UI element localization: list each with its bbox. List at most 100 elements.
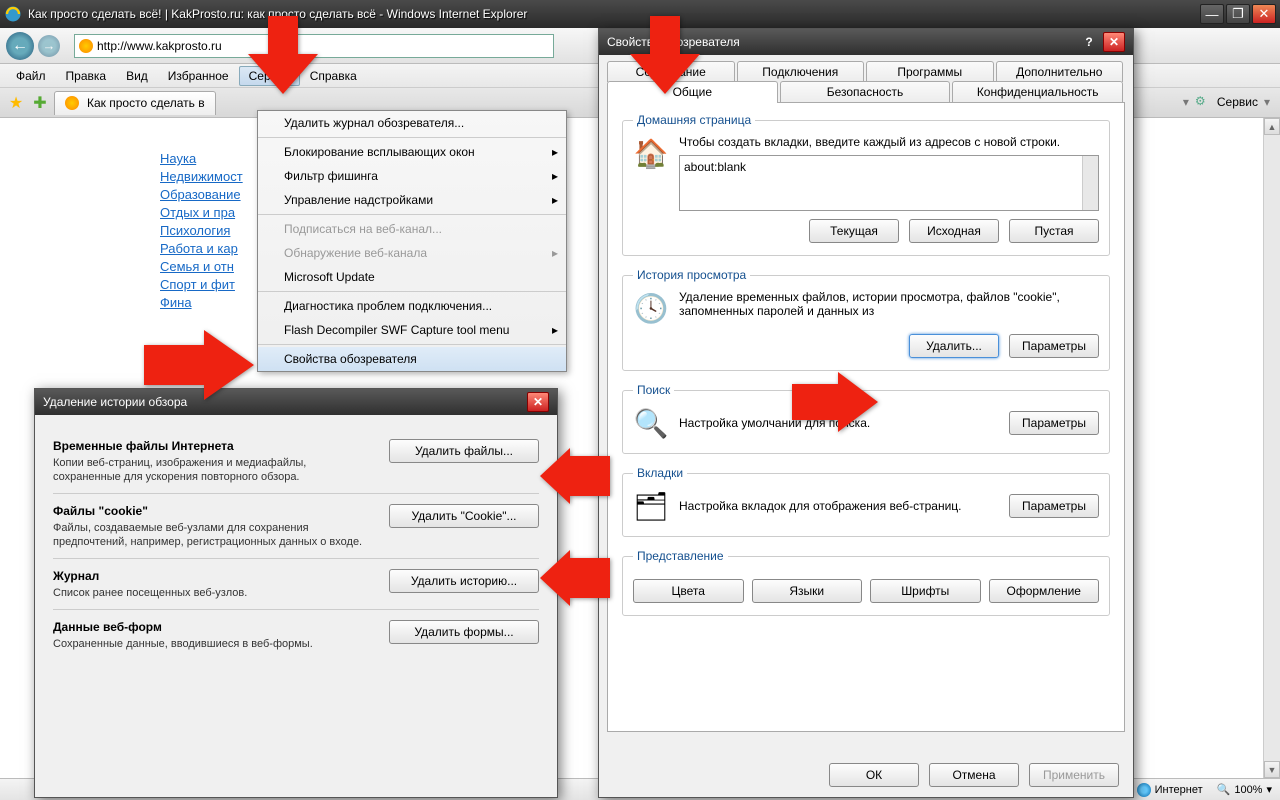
apply-button[interactable]: Применить — [1029, 763, 1119, 787]
category-description: Список ранее посещенных веб-узлов. — [53, 587, 247, 599]
window-title: Как просто сделать всё! | KakProsto.ru: … — [28, 7, 1200, 21]
category-description: Файлы, создаваемые веб-узлами для сохран… — [53, 522, 362, 548]
history-category-row: Временные файлы Интернета Копии веб-стран… — [53, 429, 539, 494]
vertical-scrollbar[interactable]: ▲ ▼ — [1263, 118, 1280, 778]
history-settings-button[interactable]: Параметры — [1009, 334, 1099, 358]
menu-item: Обнаружение веб-канала — [258, 241, 566, 265]
menu-view[interactable]: Вид — [116, 66, 158, 86]
back-button[interactable]: ← — [6, 32, 34, 60]
menu-edit[interactable]: Правка — [56, 66, 117, 86]
home-icon: 🏠 — [633, 135, 669, 171]
delete-history-dialog: Удаление истории обзора ✕ Временные файл… — [34, 388, 558, 798]
menu-item[interactable]: Flash Decompiler SWF Capture tool menu — [258, 318, 566, 342]
default-page-button[interactable]: Исходная — [909, 219, 999, 243]
tab-privacy[interactable]: Конфиденциальность — [952, 81, 1123, 103]
dialog-close-button[interactable]: ✕ — [1103, 32, 1125, 52]
tab-label: Как просто сделать в — [87, 96, 205, 110]
languages-button[interactable]: Языки — [752, 579, 863, 603]
search-settings-button[interactable]: Параметры — [1009, 411, 1099, 435]
tabs-icon: 🗂 — [633, 488, 669, 524]
browsing-history-section: История просмотра 🕓 Удаление временных ф… — [622, 268, 1110, 371]
menu-item[interactable]: Microsoft Update — [258, 265, 566, 289]
tab-advanced[interactable]: Дополнительно — [996, 61, 1124, 82]
dialog-titlebar: Удаление истории обзора ✕ — [35, 389, 557, 415]
menu-file[interactable]: Файл — [6, 66, 56, 86]
history-legend: История просмотра — [633, 268, 750, 282]
tabs-legend: Вкладки — [633, 466, 687, 480]
tabs-text: Настройка вкладок для отображения веб-ст… — [679, 499, 962, 513]
delete-category-button[interactable]: Удалить "Cookie"... — [389, 504, 539, 528]
delete-category-button[interactable]: Удалить историю... — [389, 569, 539, 593]
homepage-textarea[interactable]: about:blank — [679, 155, 1099, 211]
delete-history-button[interactable]: Удалить... — [909, 334, 999, 358]
blank-page-button[interactable]: Пустая — [1009, 219, 1099, 243]
menu-item[interactable]: Фильтр фишинга — [258, 164, 566, 188]
homepage-section: Домашняя страница 🏠 Чтобы создать вкладк… — [622, 113, 1110, 256]
tab-connections[interactable]: Подключения — [737, 61, 865, 82]
maximize-button[interactable]: ❐ — [1226, 4, 1250, 24]
add-favorite-icon[interactable]: ✚ — [30, 93, 50, 113]
site-favicon — [79, 39, 93, 53]
browser-tab[interactable]: Как просто сделать в — [54, 91, 216, 115]
command-bar: ▾ ⚙ Сервис ▾ — [1183, 94, 1270, 110]
zoom-level[interactable]: 🔍 100% ▾ — [1217, 783, 1272, 796]
delete-category-button[interactable]: Удалить формы... — [389, 620, 539, 644]
history-category-row: Файлы "cookie" Файлы, создаваемые веб-узл… — [53, 494, 539, 559]
tabs-settings-button[interactable]: Параметры — [1009, 494, 1099, 518]
accessibility-button[interactable]: Оформление — [989, 579, 1100, 603]
category-heading: Файлы "cookie" — [53, 504, 375, 518]
gear-icon[interactable]: ⚙ — [1195, 94, 1211, 110]
favorites-star-icon[interactable]: ★ — [6, 93, 26, 113]
minimize-button[interactable]: — — [1200, 4, 1224, 24]
tab-security[interactable]: Безопасность — [780, 81, 951, 103]
forward-button[interactable]: → — [38, 35, 60, 57]
homepage-text: Чтобы создать вкладки, введите каждый из… — [679, 135, 1099, 149]
ie-logo-icon — [4, 5, 22, 23]
help-button[interactable]: ? — [1079, 32, 1099, 52]
appearance-section: Представление Цвета Языки Шрифты Оформле… — [622, 549, 1110, 616]
category-description: Копии веб-страниц, изображения и медиафа… — [53, 457, 306, 483]
delete-category-button[interactable]: Удалить файлы... — [389, 439, 539, 463]
scroll-down-button[interactable]: ▼ — [1264, 761, 1280, 778]
annotation-arrow — [540, 550, 610, 609]
category-heading: Журнал — [53, 569, 375, 583]
annotation-arrow — [540, 448, 610, 507]
annotation-arrow — [144, 330, 254, 403]
category-heading: Данные веб-форм — [53, 620, 375, 634]
fonts-button[interactable]: Шрифты — [870, 579, 981, 603]
category-description: Сохраненные данные, вводившиеся в веб-фо… — [53, 638, 313, 650]
category-heading: Временные файлы Интернета — [53, 439, 375, 453]
current-page-button[interactable]: Текущая — [809, 219, 899, 243]
tools-menu-dropdown: Удалить журнал обозревателя... Блокирован… — [257, 110, 567, 372]
tools-dropdown[interactable]: Сервис — [1217, 95, 1258, 109]
tab-programs[interactable]: Программы — [866, 61, 994, 82]
appearance-legend: Представление — [633, 549, 728, 563]
close-button[interactable]: ✕ — [1252, 4, 1276, 24]
tab-favicon — [65, 96, 79, 110]
annotation-arrow — [792, 372, 878, 435]
menu-favorites[interactable]: Избранное — [158, 66, 239, 86]
menu-item[interactable]: Удалить журнал обозревателя... — [258, 111, 566, 135]
menu-item[interactable]: Свойства обозревателя — [258, 347, 566, 371]
dialog-close-button[interactable]: ✕ — [527, 392, 549, 412]
cancel-button[interactable]: Отмена — [929, 763, 1019, 787]
search-icon: 🔍 — [633, 405, 669, 441]
security-zone: Интернет — [1137, 783, 1203, 797]
search-legend: Поиск — [633, 383, 674, 397]
history-category-row: Журнал Список ранее посещенных веб-узлов.… — [53, 559, 539, 610]
tabs-section: Вкладки 🗂 Настройка вкладок для отображе… — [622, 466, 1110, 537]
history-category-row: Данные веб-форм Сохраненные данные, вводи… — [53, 610, 539, 660]
annotation-arrow — [630, 16, 700, 97]
url-input[interactable] — [97, 39, 549, 53]
annotation-arrow — [248, 16, 318, 97]
ok-button[interactable]: ОК — [829, 763, 919, 787]
menu-item[interactable]: Диагностика проблем подключения... — [258, 294, 566, 318]
history-icon: 🕓 — [633, 290, 669, 326]
menu-item[interactable]: Блокирование всплывающих окон — [258, 140, 566, 164]
menu-item[interactable]: Управление надстройками — [258, 188, 566, 212]
homepage-legend: Домашняя страница — [633, 113, 755, 127]
colors-button[interactable]: Цвета — [633, 579, 744, 603]
globe-icon — [1137, 783, 1151, 797]
menu-item: Подписаться на веб-канал... — [258, 217, 566, 241]
scroll-up-button[interactable]: ▲ — [1264, 118, 1280, 135]
